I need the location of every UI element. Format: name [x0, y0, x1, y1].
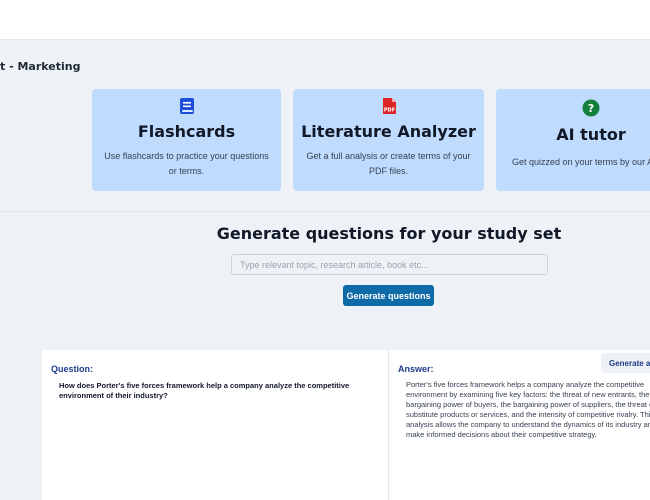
- book-icon: [179, 98, 194, 114]
- generate-answer-button[interactable]: Generate answer: [601, 353, 650, 373]
- generator-title: Generate questions for your study set: [216, 224, 562, 243]
- flashcards-title: Flashcards: [137, 122, 236, 141]
- ai-tutor-description: Get quizzed on your terms by our AI: [512, 157, 650, 167]
- topic-input[interactable]: [231, 254, 548, 275]
- flashcards-description: Use flashcards to practice your question…: [104, 151, 269, 176]
- flashcards-card[interactable]: Flashcards Use flashcards to practice yo…: [92, 89, 281, 191]
- literature-analyzer-description: Get a full analysis or create terms of y…: [306, 151, 471, 176]
- ai-tutor-card[interactable]: ? AI tutor Get quizzed on your terms by …: [496, 89, 650, 191]
- generate-questions-button[interactable]: Generate questions: [343, 285, 434, 306]
- literature-analyzer-title: Literature Analyzer: [301, 122, 476, 141]
- literature-analyzer-card[interactable]: PDF Literature Analyzer Get a full analy…: [293, 89, 484, 191]
- section-divider: [0, 211, 650, 212]
- qa-divider: [388, 350, 389, 500]
- question-answer-card: Question: How does Porter's five forces …: [42, 350, 650, 500]
- main-content: t - Marketing Flashcards Use flashcards …: [0, 40, 650, 500]
- top-bar: [0, 0, 650, 40]
- svg-text:?: ?: [588, 102, 594, 115]
- page-title: t - Marketing: [0, 60, 81, 73]
- question-label: Question:: [51, 364, 93, 374]
- question-circle-icon: ?: [582, 99, 600, 117]
- question-text: How does Porter's five forces framework …: [59, 381, 350, 400]
- answer-text: Porter's five forces framework helps a c…: [406, 380, 650, 439]
- svg-text:PDF: PDF: [383, 108, 394, 114]
- pdf-file-icon: PDF: [382, 98, 396, 114]
- answer-label: Answer:: [398, 364, 434, 374]
- ai-tutor-title: AI tutor: [556, 125, 626, 144]
